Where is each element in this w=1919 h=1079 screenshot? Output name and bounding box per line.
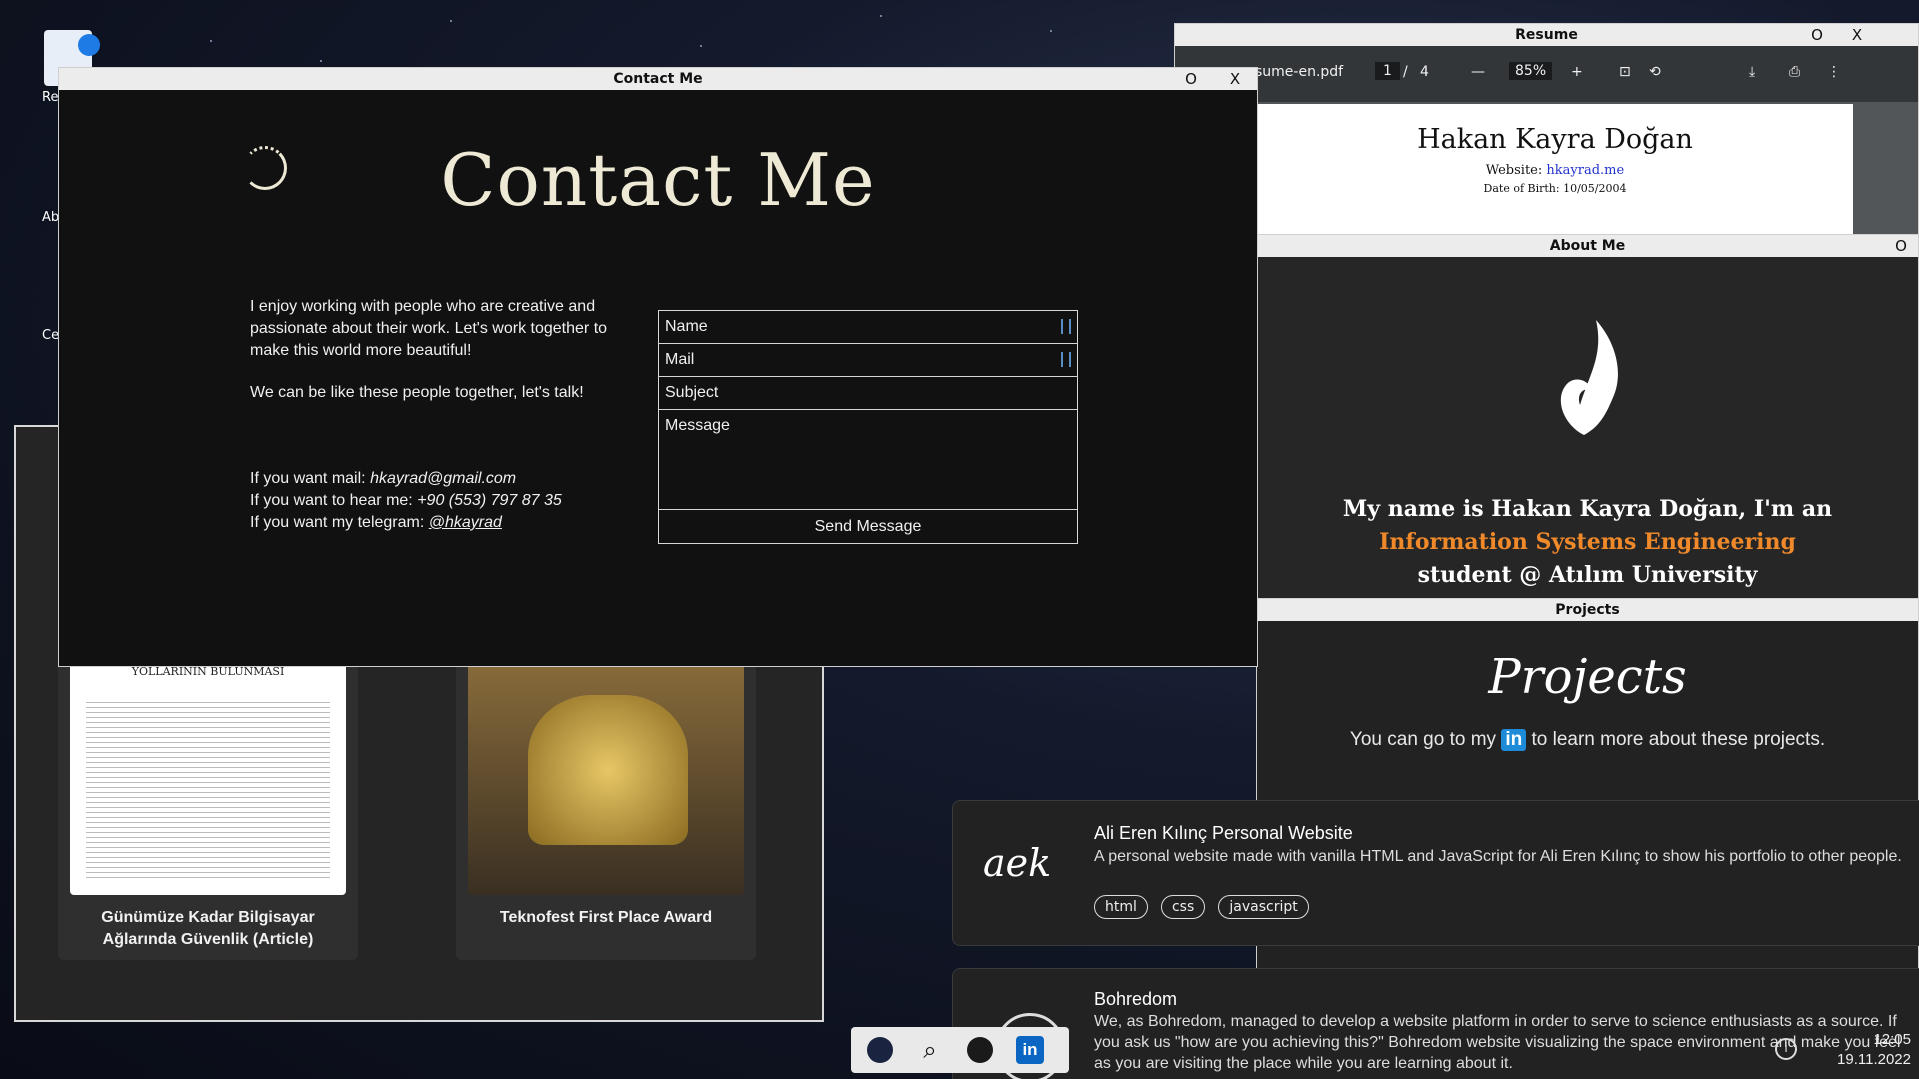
about-intro: My name is Hakan Kayra Doğan, I'm an Inf…	[1257, 493, 1918, 592]
send-message-button[interactable]: Send Message	[659, 510, 1077, 543]
close-button[interactable]: X	[1223, 68, 1247, 90]
tag: html	[1094, 895, 1148, 919]
certificate-caption: Teknofest First Place Award	[499, 909, 713, 926]
contact-paragraph: I enjoy working with people who are crea…	[250, 298, 608, 359]
pdf-toolbar: sume-en.pdf 1 / 4 — 85% + ⊡ ⟲ ⤓ ⎙ ⋮	[1175, 46, 1918, 102]
about-titlebar[interactable]: About Me O	[1257, 235, 1918, 257]
clock: 12:05 19.11.2022	[1761, 1030, 1911, 1070]
bird-logo-icon[interactable]	[865, 1035, 895, 1065]
contact-details: If you want mail: hkayrad@gmail.com If y…	[250, 468, 562, 534]
website-label: Website:	[1485, 163, 1543, 178]
autofill-icon[interactable]	[1061, 319, 1071, 334]
contact-intro: I enjoy working with people who are crea…	[250, 296, 630, 424]
name-field[interactable]: Name	[659, 311, 1077, 344]
resume-window[interactable]: Resume O X sume-en.pdf 1 / 4 — 85% + ⊡ ⟲…	[1174, 23, 1919, 238]
fit-page-icon[interactable]: ⊡	[1619, 64, 1631, 80]
pdf-file-name: sume-en.pdf	[1255, 64, 1344, 80]
award-photo	[468, 655, 744, 895]
subtitle-text: to learn more about these projects.	[1531, 729, 1826, 750]
trophy-icon	[528, 695, 688, 845]
telegram-label: If you want my telegram:	[250, 514, 425, 531]
project-title: Bohredom	[1094, 989, 1178, 1009]
rotate-icon[interactable]: ⟲	[1649, 64, 1661, 80]
project-title: Ali Eren Kılınç Personal Website	[1094, 823, 1353, 843]
telegram-link[interactable]: @hkayrad	[429, 514, 502, 531]
name-placeholder: Name	[665, 318, 708, 335]
window-title: Contact Me	[613, 71, 703, 87]
linkedin-icon[interactable]: in	[1501, 729, 1527, 751]
clock-time: 12:05	[1873, 1031, 1911, 1048]
restore-button[interactable]: O	[1179, 68, 1203, 90]
clock-date: 19.11.2022	[1837, 1051, 1911, 1068]
project-card[interactable]: aek Ali Eren Kılınç Personal Website A p…	[952, 800, 1919, 946]
autofill-icon[interactable]	[1061, 352, 1071, 367]
contact-form: Name Mail Subject Message Send Message	[658, 310, 1078, 544]
subject-placeholder: Subject	[665, 384, 719, 401]
certificate-caption: Günümüze Kadar Bilgisayar Ağlarında Güve…	[101, 909, 315, 948]
article-thumbnail: YOLLARININ BULUNMASI	[70, 655, 346, 895]
taskbar: ⌕ in	[851, 1027, 1069, 1073]
more-options-icon[interactable]: ⋮	[1827, 64, 1841, 80]
mail-link[interactable]: hkayrad@gmail.com	[370, 470, 516, 487]
pdf-page: Hakan Kayra Doğan Website: hkayrad.me Da…	[1257, 104, 1853, 237]
contact-heading: Contact Me	[440, 138, 876, 222]
restore-button[interactable]: O	[1805, 24, 1829, 46]
message-field[interactable]: Message	[659, 410, 1077, 510]
website-link[interactable]: hkayrad.me	[1546, 163, 1624, 178]
window-title: About Me	[1549, 238, 1626, 254]
restore-button[interactable]: O	[1889, 235, 1913, 257]
date-of-birth: Date of Birth: 10/05/2004	[1483, 182, 1627, 195]
print-icon[interactable]: ⎙	[1789, 64, 1800, 80]
project-description: A personal website made with vanilla HTM…	[1094, 848, 1902, 865]
article-text-lines	[86, 698, 330, 878]
window-title: Resume	[1515, 27, 1578, 43]
message-placeholder: Message	[665, 417, 730, 434]
projects-subtitle: You can go to my in to learn more about …	[1257, 729, 1918, 751]
zoom-out-icon[interactable]: —	[1471, 64, 1485, 80]
tag: css	[1160, 895, 1206, 919]
resume-titlebar[interactable]: Resume O X	[1175, 24, 1918, 46]
window-title: Projects	[1555, 602, 1620, 618]
search-icon[interactable]: ⌕	[915, 1035, 945, 1065]
resume-name: Hakan Kayra Doğan	[1417, 124, 1693, 155]
zoom-in-icon[interactable]: +	[1571, 64, 1583, 80]
bird-logo-icon	[1560, 320, 1618, 435]
phone-label: If you want to hear me:	[250, 492, 413, 509]
linkedin-icon[interactable]: in	[1015, 1035, 1045, 1065]
page-number-input[interactable]: 1	[1375, 62, 1400, 80]
page-separator: /	[1403, 64, 1408, 80]
mail-field[interactable]: Mail	[659, 344, 1077, 377]
zoom-input[interactable]: 85%	[1509, 62, 1553, 80]
project-logo: aek	[983, 841, 1052, 885]
contact-paragraph: We can be like these people together, le…	[250, 384, 584, 401]
intro-line: student @ Atılım University	[1417, 562, 1758, 588]
project-tags: html css javascript	[1094, 895, 1317, 919]
intro-accent: Information Systems Engineering	[1379, 529, 1796, 555]
contact-window[interactable]: Contact Me O X Contact Me I enjoy workin…	[58, 67, 1258, 667]
subtitle-text: You can go to my	[1349, 729, 1497, 750]
mail-placeholder: Mail	[665, 351, 695, 368]
subject-field[interactable]: Subject	[659, 377, 1077, 410]
linkedin-text: in	[1016, 1036, 1044, 1064]
projects-heading: Projects	[1488, 649, 1687, 705]
certificate-card[interactable]: Teknofest First Place Award	[456, 655, 756, 960]
intro-line: My name is Hakan Kayra Doğan, I'm an	[1342, 496, 1833, 522]
download-icon[interactable]: ⤓	[1749, 64, 1755, 80]
contact-titlebar[interactable]: Contact Me O X	[59, 68, 1257, 90]
certificate-card[interactable]: YOLLARININ BULUNMASI Günümüze Kadar Bilg…	[58, 655, 358, 960]
tag: javascript	[1218, 895, 1309, 919]
page-total: 4	[1420, 64, 1429, 80]
projects-titlebar[interactable]: Projects	[1257, 599, 1918, 621]
close-button[interactable]: X	[1845, 24, 1869, 46]
github-icon[interactable]	[965, 1035, 995, 1065]
phone-link[interactable]: +90 (553) 797 87 35	[417, 492, 562, 509]
about-window[interactable]: About Me O My name is Hakan Kayra Doğan,…	[1256, 234, 1919, 599]
mail-label: If you want mail:	[250, 470, 366, 487]
